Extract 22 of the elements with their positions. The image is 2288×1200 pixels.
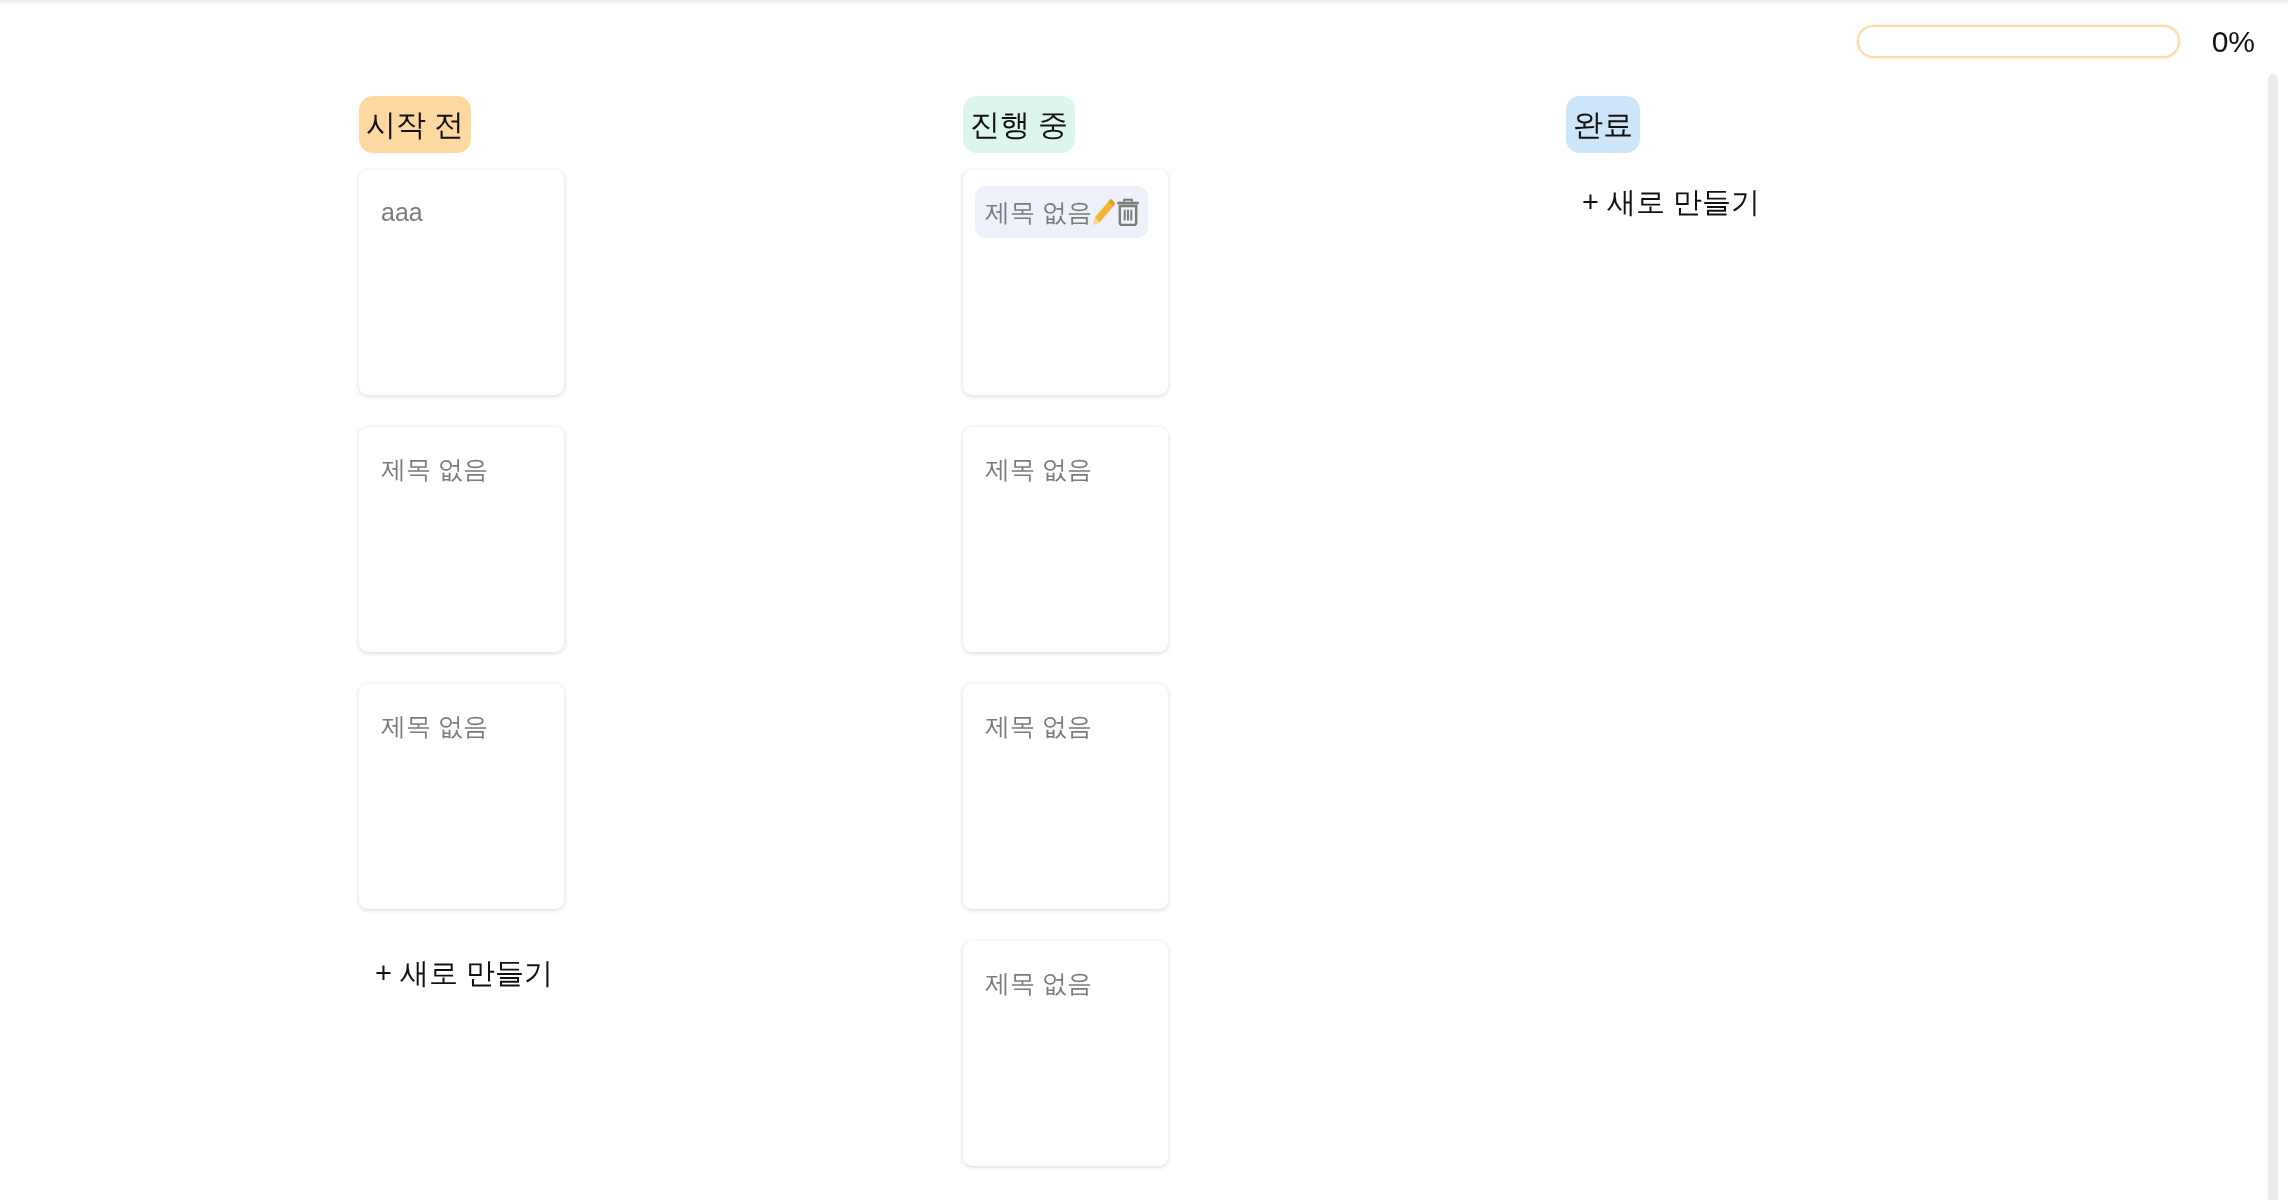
task-card[interactable]: 제목 없음 <box>963 941 1168 1166</box>
task-card[interactable]: 제목 없음 <box>359 427 564 652</box>
task-card[interactable]: 제목 없음 <box>963 427 1168 652</box>
card-title: 제목 없음 <box>985 711 1092 742</box>
task-card[interactable]: 제목 없음 <box>359 684 564 909</box>
new-card-button[interactable]: + 새로 만들기 <box>1566 170 1777 234</box>
progress-percent: 0% <box>2211 23 2255 60</box>
task-card[interactable]: 제목 없음 <box>963 170 1168 395</box>
trash-icon[interactable] <box>1115 198 1140 226</box>
card-title: 제목 없음 <box>985 197 1092 228</box>
task-card[interactable]: aaa <box>359 170 564 395</box>
status-badge: 완료 <box>1566 96 1640 153</box>
card-title: 제목 없음 <box>381 711 488 742</box>
status-badge: 진행 중 <box>963 96 1076 153</box>
card-title: aaa <box>381 197 423 228</box>
card-title: 제목 없음 <box>985 454 1092 485</box>
task-card[interactable]: 제목 없음 <box>963 684 1168 909</box>
new-card-button[interactable]: + 새로 만들기 <box>359 941 570 1005</box>
status-badge: 시작 전 <box>359 96 472 153</box>
card-title: 제목 없음 <box>381 454 488 485</box>
card-title: 제목 없음 <box>985 968 1092 999</box>
pencil-icon[interactable] <box>1091 198 1116 226</box>
